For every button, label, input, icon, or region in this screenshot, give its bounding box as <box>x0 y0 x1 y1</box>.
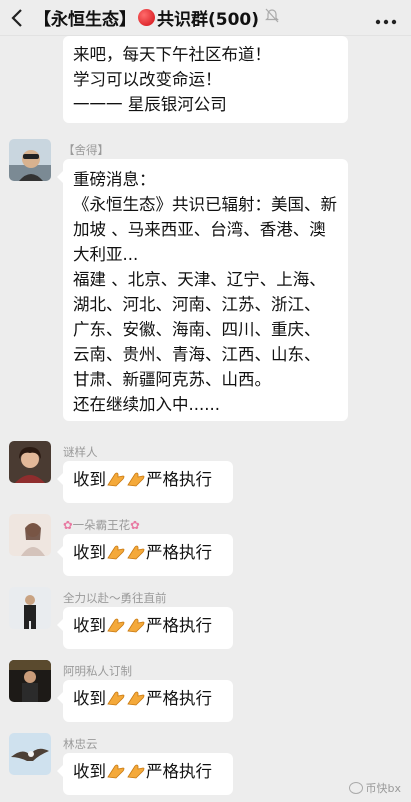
avatar[interactable] <box>9 733 51 775</box>
more-dots-icon <box>375 19 397 25</box>
message-line: 大利亚... <box>73 245 139 264</box>
sender-name: ✿一朵霸王花✿ <box>63 517 140 533</box>
message-line: 学习可以改变命运！ <box>73 70 222 89</box>
sender-name-text: 一朵霸王花 <box>72 518 131 532</box>
message-text: 严格执行 <box>146 762 212 781</box>
message-text: 收到 <box>73 689 106 708</box>
message-bubble[interactable]: 重磅消息： 《永恒生态》共识已辐射：美国、新 加坡 、马来西亚、台湾、香港、澳 … <box>57 159 348 421</box>
message-line: 广东、安徽、海南、四川、重庆、 <box>73 320 321 339</box>
message-bubble[interactable]: 收到 严格执行 <box>57 461 233 503</box>
avatar[interactable] <box>9 139 51 181</box>
flower-icon: ✿ <box>130 518 140 532</box>
sender-name: 【舍得】 <box>63 143 109 157</box>
clapping-hands-icon <box>126 763 145 779</box>
bell-muted-icon <box>265 8 279 27</box>
clapping-hands-icon <box>106 617 125 633</box>
message-line: 《永恒生态》共识已辐射：美国、新 <box>73 195 337 214</box>
sender-name: 全力以赴～勇往直前 <box>63 591 167 605</box>
message-bubble[interactable]: 收到 严格执行 <box>57 534 233 576</box>
message-bubble[interactable]: 收到 严格执行 <box>57 753 233 795</box>
message-bubble[interactable]: 收到 严格执行 <box>57 607 233 649</box>
message-text: 严格执行 <box>146 543 212 562</box>
message-text: 收到 <box>73 762 106 781</box>
message-line: 还在继续加入中...... <box>73 395 220 414</box>
clapping-hands-icon <box>126 617 145 633</box>
avatar[interactable] <box>9 660 51 702</box>
message-line: 一一一 星辰银河公司 <box>73 95 227 114</box>
message-line: 湖北、河北、河南、江苏、浙江、 <box>73 295 321 314</box>
flower-icon: ✿ <box>63 518 73 532</box>
watermark: 币快bx <box>348 780 402 796</box>
chevron-left-icon <box>11 8 22 27</box>
chat-title-name: 共识群(500) <box>157 10 260 30</box>
message-text: 严格执行 <box>146 470 212 489</box>
sender-name: 谜样人 <box>63 445 98 459</box>
message-line: 重磅消息： <box>73 170 156 189</box>
wechat-icon <box>348 782 363 794</box>
message-text: 收到 <box>73 616 106 635</box>
clapping-hands-icon <box>126 544 145 560</box>
chat-header: 【永恒生态】 共识群(500) <box>0 0 411 36</box>
clapping-hands-icon <box>126 690 145 706</box>
chat-title-prefix: 【永恒生态】 <box>34 10 136 30</box>
watermark-text: 币快bx <box>365 782 402 795</box>
avatar[interactable] <box>9 441 51 483</box>
back-button[interactable] <box>0 0 34 36</box>
message-bubble[interactable]: 来吧，每天下午社区布道！ 学习可以改变命运！ 一一一 星辰银河公司 <box>63 36 348 123</box>
message-text: 收到 <box>73 543 106 562</box>
sender-name: 林忠云 <box>63 737 98 751</box>
avatar[interactable] <box>9 514 51 556</box>
clapping-hands-icon <box>126 471 145 487</box>
message-line: 来吧，每天下午社区布道！ <box>73 45 271 64</box>
message-line: 福建 、北京、天津、辽宁、上海、 <box>73 270 326 289</box>
red-circle-icon <box>138 9 155 26</box>
message-line: 加坡 、马来西亚、台湾、香港、澳 <box>73 220 326 239</box>
avatar[interactable] <box>9 587 51 629</box>
message-text: 严格执行 <box>146 689 212 708</box>
chat-title: 【永恒生态】 共识群(500) <box>34 5 279 30</box>
message-line: 甘肃、新疆阿克苏、山西。 <box>73 370 271 389</box>
clapping-hands-icon <box>106 544 125 560</box>
clapping-hands-icon <box>106 471 125 487</box>
message-line: 云南、贵州、青海、江西、山东、 <box>73 345 321 364</box>
message-text: 严格执行 <box>146 616 212 635</box>
message-bubble[interactable]: 收到 严格执行 <box>57 680 233 722</box>
clapping-hands-icon <box>106 763 125 779</box>
message-text: 收到 <box>73 470 106 489</box>
clapping-hands-icon <box>106 690 125 706</box>
more-button[interactable] <box>375 6 397 30</box>
sender-name: 阿明私人订制 <box>63 664 132 678</box>
